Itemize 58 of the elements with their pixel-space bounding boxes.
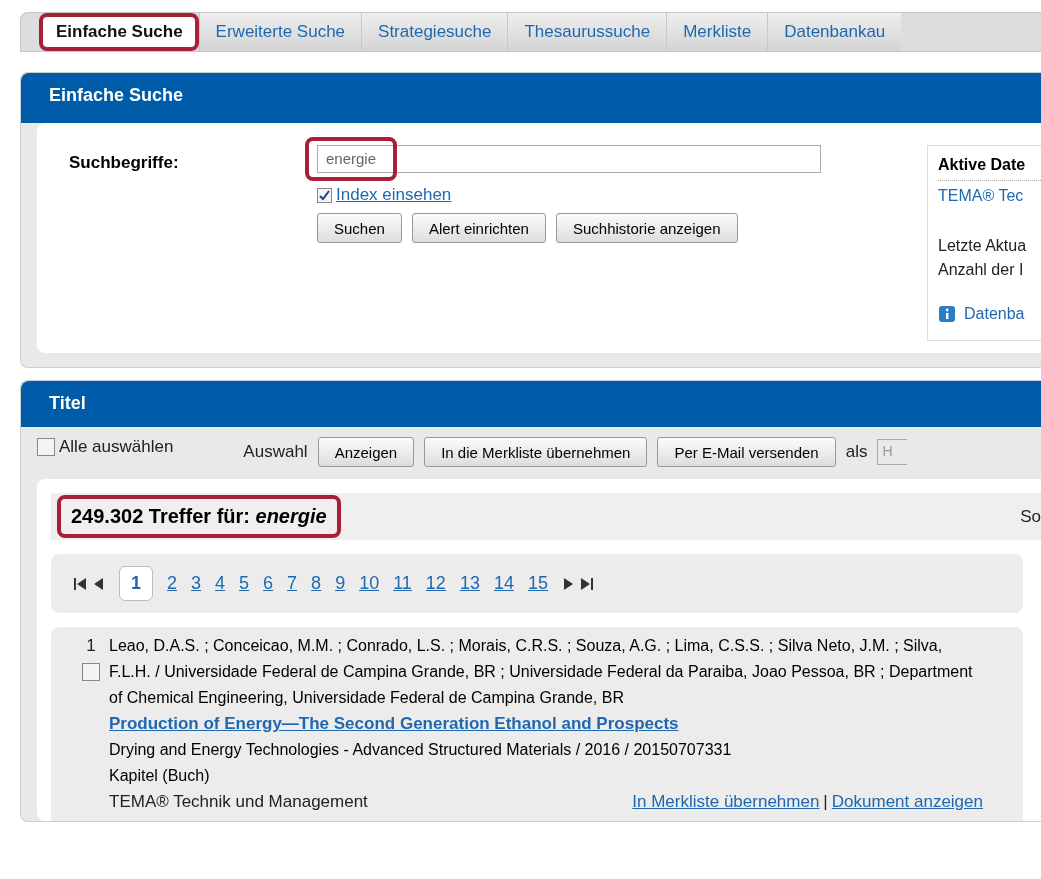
page-link[interactable]: 14: [493, 573, 514, 594]
tab[interactable]: Datenbankau: [767, 13, 902, 51]
tab[interactable]: Merkliste: [666, 13, 768, 51]
bookmark-link[interactable]: In Merkliste übernehmen: [632, 789, 820, 815]
hit-count: 249.302 Treffer für: energie: [71, 505, 327, 527]
sort-label: So: [1020, 506, 1041, 527]
database-details-link[interactable]: Datenba: [964, 305, 1025, 323]
action-button[interactable]: Alert einrichten: [411, 213, 546, 243]
page-link[interactable]: 15: [527, 573, 548, 594]
record-source: Drying and Energy Technologies - Advanced Structured Materials / 2016 / 20150707331: [109, 740, 733, 760]
last-page-icon[interactable]: [580, 575, 594, 592]
database-box-title: Aktive Date: [938, 156, 1041, 181]
page-link[interactable]: 9: [335, 573, 346, 594]
action-button[interactable]: Suchhistorie anzeigen: [555, 213, 738, 243]
tab[interactable]: Thesaurussuche: [507, 13, 667, 51]
page-link[interactable]: 3: [191, 573, 202, 594]
tab[interactable]: Einfache Suche: [39, 13, 199, 51]
select-all-label: Alle auswählen: [59, 437, 174, 457]
selection-label: Auswahl: [243, 442, 308, 462]
view-document-link[interactable]: Dokument anzeigen: [831, 789, 983, 815]
first-page-icon[interactable]: [73, 575, 87, 592]
page-link[interactable]: 2: [167, 573, 178, 594]
page-link[interactable]: 1: [119, 566, 153, 601]
page-link[interactable]: 6: [263, 573, 274, 594]
record-title-link[interactable]: Production of Energy—The Second Generation Ethanol and Prospects: [109, 714, 679, 733]
page-link[interactable]: 8: [311, 573, 322, 594]
action-button[interactable]: Suchen: [317, 213, 402, 243]
panel-title: Einfache Suche: [21, 73, 1041, 123]
checkmark-icon: [319, 189, 330, 201]
action-button[interactable]: In die Merkliste übernehmen: [424, 437, 648, 467]
record-authors: Leao, D.A.S. ; Conceicao, M.M. ; Conrado, L.S. ; Morais, C.R.S. ; Souza, A.G. ; Lima, C.S.S. ; Silva Neto, J.M. ; Silva, F.L.H. / Universidade Federal de Campina Grande, BR ; Universidade Federal da Paraiba, Joao Pessoa, BR ; Department of Chemical Engineering, Universidade Federal de Campina Grande, BR: [109, 636, 974, 708]
page-link[interactable]: 4: [215, 573, 226, 594]
search-label: Suchbegriffe:: [69, 152, 180, 174]
panel-title: Titel: [21, 381, 1041, 427]
page-link[interactable]: 13: [459, 573, 480, 594]
database-info-text: Letzte Aktua: [938, 237, 1028, 255]
tab[interactable]: Erweiterte Suche: [198, 13, 362, 51]
checkbox[interactable]: [317, 187, 332, 203]
page-link[interactable]: 5: [239, 573, 250, 594]
record-type: Kapitel (Buch): [109, 766, 211, 786]
tab[interactable]: Strategiesuche: [361, 13, 508, 51]
action-button[interactable]: Per E-Mail versenden: [657, 437, 836, 467]
page-link[interactable]: 10: [359, 573, 380, 594]
record-database: TEMA® Technik und Management: [109, 791, 368, 813]
checkbox[interactable]: [82, 663, 100, 681]
database-link[interactable]: TEMA® Tec: [938, 187, 1041, 205]
link-separator: |: [823, 791, 828, 813]
database-info-text: Anzahl der I: [938, 261, 1025, 279]
format-label: als: [845, 442, 868, 462]
search-field[interactable]: energie: [317, 145, 821, 173]
action-button[interactable]: Anzeigen: [317, 437, 415, 467]
page-link[interactable]: 12: [425, 573, 446, 594]
page-link[interactable]: 7: [287, 573, 298, 594]
index-link[interactable]: Index einsehen: [336, 185, 452, 205]
record-number: 1: [86, 635, 96, 657]
page-link[interactable]: 11: [393, 573, 412, 594]
info-icon: [938, 305, 956, 323]
checkbox[interactable]: [37, 438, 55, 456]
